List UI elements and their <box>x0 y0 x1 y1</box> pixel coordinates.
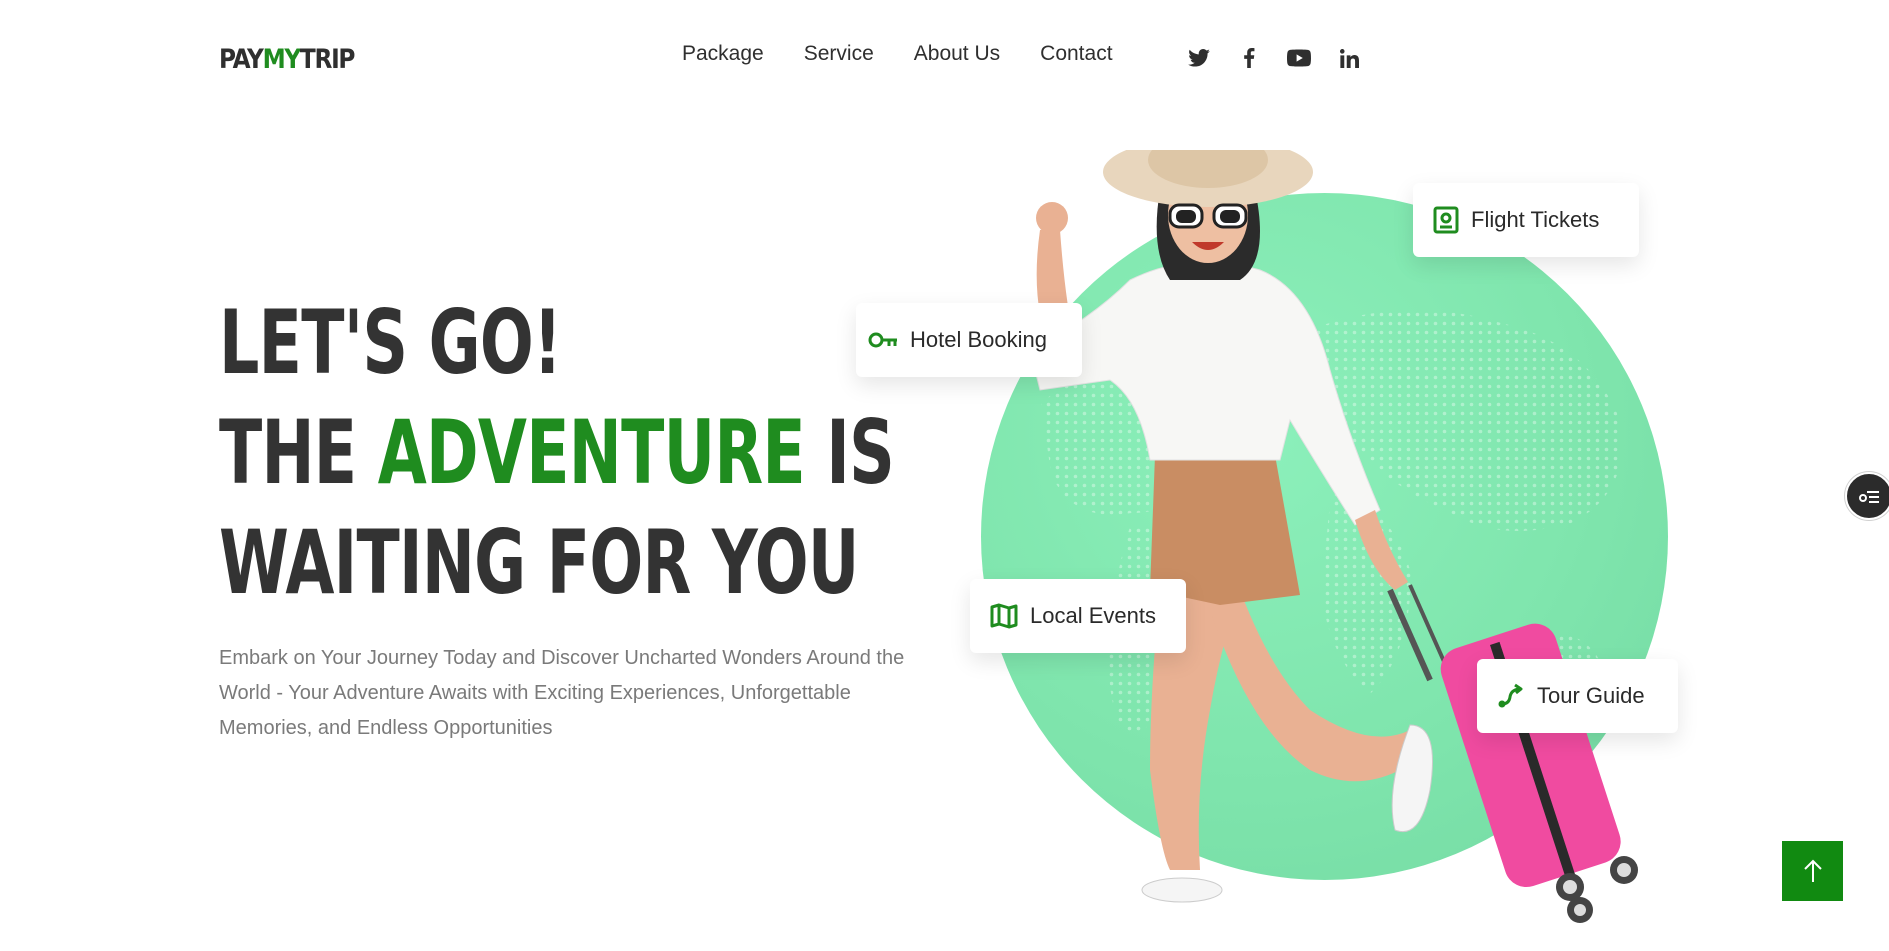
hero-title-line-1: LET'S GO! <box>219 291 562 394</box>
main-nav: Package Service About Us Contact <box>682 42 1153 66</box>
settings-toggle-button[interactable] <box>1845 472 1889 520</box>
traveler-illustration <box>1029 150 1638 923</box>
feature-card-hotel-booking[interactable]: Hotel Booking <box>856 303 1082 377</box>
linkedin-icon[interactable] <box>1336 45 1362 71</box>
logo-part-pay: PAY <box>219 44 264 75</box>
feature-label: Hotel Booking <box>910 327 1047 352</box>
passport-icon <box>1433 206 1459 234</box>
filter-list-icon <box>1859 491 1879 503</box>
nav-link-service[interactable]: Service <box>804 42 874 66</box>
feature-label: Local Events <box>1030 603 1156 628</box>
logo-part-my: MY <box>262 44 302 75</box>
youtube-icon[interactable] <box>1286 45 1312 71</box>
hero-description: Embark on Your Journey Today and Discove… <box>219 647 905 739</box>
feature-card-local-events[interactable]: Local Events <box>970 579 1186 653</box>
logo-part-trip: TRIP <box>299 44 356 75</box>
feature-label: Flight Tickets <box>1471 207 1600 232</box>
key-icon <box>868 332 897 348</box>
nav-link-package[interactable]: Package <box>682 42 764 66</box>
facebook-icon[interactable] <box>1236 45 1262 71</box>
hero-title: LET'S GO! THE ADVENTURE IS WAITING FOR Y… <box>219 288 895 618</box>
feature-card-flight-tickets[interactable]: Flight Tickets <box>1413 183 1639 257</box>
hero-title-the: THE <box>219 401 378 504</box>
brand-logo[interactable]: PAYMYTRIP <box>219 44 356 75</box>
route-icon <box>1498 683 1523 708</box>
feature-label: Tour Guide <box>1537 683 1645 708</box>
hero-title-line-2: THE ADVENTURE IS <box>219 398 895 508</box>
nav-link-contact[interactable]: Contact <box>1040 42 1112 66</box>
nav-link-about-us[interactable]: About Us <box>914 42 1000 66</box>
feature-card-tour-guide[interactable]: Tour Guide <box>1477 659 1678 733</box>
social-links <box>1186 45 1362 71</box>
scroll-to-top-button[interactable] <box>1782 841 1843 901</box>
twitter-icon[interactable] <box>1186 45 1212 71</box>
map-icon <box>990 603 1018 629</box>
arrow-up-icon <box>1803 859 1822 882</box>
hero-title-adventure: ADVENTURE <box>377 401 806 504</box>
hero-title-is: IS <box>804 401 895 504</box>
hero-title-line-3: WAITING FOR YOU <box>219 511 859 614</box>
